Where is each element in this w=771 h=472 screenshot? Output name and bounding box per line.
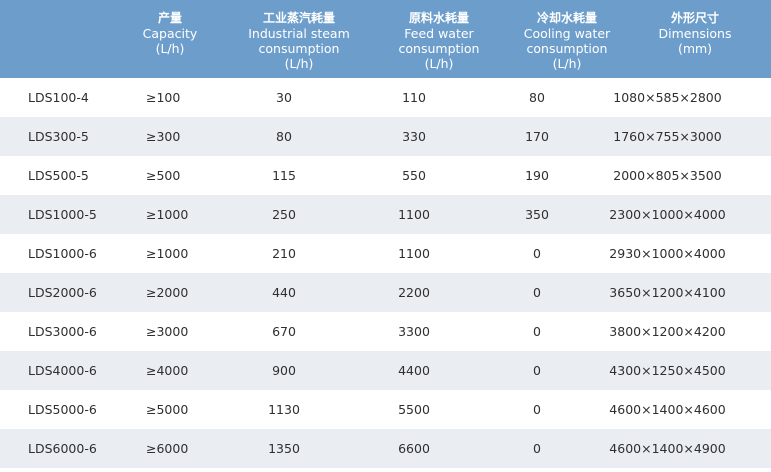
header-cooling-en1: Cooling water — [523, 26, 611, 41]
cell-dimensions: 1760×755×3000 — [613, 129, 722, 144]
header-feed-en2: consumption — [398, 41, 480, 56]
header-capacity-en: Capacity — [142, 26, 198, 41]
cell-capacity: ≥2000 — [146, 285, 189, 300]
header-feed-en1: Feed water — [404, 26, 474, 41]
header-steam-unit: (L/h) — [284, 56, 314, 71]
header-cooling-zh: 冷却水耗量 — [536, 11, 597, 25]
cell-feed: 6600 — [398, 441, 430, 456]
cell-steam: 900 — [272, 363, 296, 378]
cell-feed: 330 — [402, 129, 426, 144]
cell-dimensions: 4600×1400×4900 — [609, 441, 726, 456]
cell-steam: 115 — [272, 168, 296, 183]
header-steam: 工业蒸汽耗量 Industrial steam consumption (L/h… — [234, 11, 364, 71]
table-row: LDS500-5 ≥500 115 550 190 2000×805×3500 — [0, 156, 771, 195]
cell-model: LDS6000-6 — [28, 441, 97, 456]
cell-feed: 2200 — [398, 285, 430, 300]
cell-dimensions: 4600×1400×4600 — [609, 402, 726, 417]
cell-cooling: 350 — [525, 207, 549, 222]
header-cooling-en2: consumption — [526, 41, 608, 56]
cell-dimensions: 3800×1200×4200 — [609, 324, 726, 339]
table-row: LDS2000-6 ≥2000 440 2200 0 3650×1200×4100 — [0, 273, 771, 312]
cell-steam: 440 — [272, 285, 296, 300]
cell-steam: 80 — [276, 129, 292, 144]
table-row: LDS300-5 ≥300 80 330 170 1760×755×3000 — [0, 117, 771, 156]
cell-capacity: ≥1000 — [146, 207, 189, 222]
cell-dimensions: 2000×805×3500 — [613, 168, 722, 183]
cell-cooling: 0 — [533, 324, 541, 339]
cell-feed: 110 — [402, 90, 426, 105]
header-capacity: 产量 Capacity (L/h) — [135, 11, 205, 56]
cell-dimensions: 2300×1000×4000 — [609, 207, 726, 222]
cell-capacity: ≥500 — [146, 168, 181, 183]
cell-capacity: ≥3000 — [146, 324, 189, 339]
cell-dimensions: 1080×585×2800 — [613, 90, 722, 105]
table-row: LDS5000-6 ≥5000 1130 5500 0 4600×1400×4600 — [0, 390, 771, 429]
cell-feed: 4400 — [398, 363, 430, 378]
table-body: LDS100-4 ≥100 30 110 80 1080×585×2800 LDS300-5… — [0, 78, 771, 468]
cell-steam: 670 — [272, 324, 296, 339]
table-row: LDS1000-5 ≥1000 250 1100 350 2300×1000×4000 — [0, 195, 771, 234]
cell-feed: 3300 — [398, 324, 430, 339]
cell-capacity: ≥300 — [146, 129, 181, 144]
cell-model: LDS1000-5 — [28, 207, 97, 222]
header-dimensions-unit: (mm) — [677, 41, 713, 56]
cell-capacity: ≥5000 — [146, 402, 189, 417]
cell-steam: 250 — [272, 207, 296, 222]
header-steam-zh: 工业蒸汽耗量 — [262, 11, 335, 25]
cell-capacity: ≥4000 — [146, 363, 189, 378]
cell-model: LDS3000-6 — [28, 324, 97, 339]
cell-model: LDS5000-6 — [28, 402, 97, 417]
cell-cooling: 0 — [533, 441, 541, 456]
cell-feed: 1100 — [398, 207, 430, 222]
header-dimensions-zh: 外形尺寸 — [670, 11, 719, 25]
cell-model: LDS300-5 — [28, 129, 89, 144]
table-row: LDS3000-6 ≥3000 670 3300 0 3800×1200×4200 — [0, 312, 771, 351]
cell-cooling: 0 — [533, 246, 541, 261]
cell-cooling: 0 — [533, 363, 541, 378]
cell-model: LDS4000-6 — [28, 363, 97, 378]
header-cooling: 冷却水耗量 Cooling water consumption (L/h) — [512, 11, 622, 71]
header-cooling-unit: (L/h) — [552, 56, 582, 71]
cell-cooling: 80 — [529, 90, 545, 105]
cell-cooling: 0 — [533, 285, 541, 300]
cell-model: LDS2000-6 — [28, 285, 97, 300]
cell-cooling: 170 — [525, 129, 549, 144]
cell-cooling: 190 — [525, 168, 549, 183]
table-row: LDS6000-6 ≥6000 1350 6600 0 4600×1400×4900 — [0, 429, 771, 468]
cell-model: LDS1000-6 — [28, 246, 97, 261]
cell-cooling: 0 — [533, 402, 541, 417]
header-dimensions-en: Dimensions — [658, 26, 732, 41]
cell-feed: 550 — [402, 168, 426, 183]
header-steam-en1: Industrial steam — [248, 26, 350, 41]
cell-feed: 5500 — [398, 402, 430, 417]
table-row: LDS1000-6 ≥1000 210 1100 0 2930×1000×4000 — [0, 234, 771, 273]
table-header: 产量 Capacity (L/h) 工业蒸汽耗量 Industrial stea… — [0, 0, 771, 78]
cell-dimensions: 2930×1000×4000 — [609, 246, 726, 261]
cell-steam: 30 — [276, 90, 292, 105]
header-capacity-zh: 产量 — [157, 11, 182, 25]
cell-steam: 1130 — [268, 402, 300, 417]
header-dimensions: 外形尺寸 Dimensions (mm) — [645, 11, 745, 56]
cell-model: LDS500-5 — [28, 168, 89, 183]
table-row: LDS100-4 ≥100 30 110 80 1080×585×2800 — [0, 78, 771, 117]
cell-feed: 1100 — [398, 246, 430, 261]
header-feed-unit: (L/h) — [424, 56, 454, 71]
header-feed-zh: 原料水耗量 — [408, 11, 469, 25]
header-feed: 原料水耗量 Feed water consumption (L/h) — [384, 11, 494, 71]
header-capacity-unit: (L/h) — [155, 41, 185, 56]
cell-capacity: ≥1000 — [146, 246, 189, 261]
spec-table: 产量 Capacity (L/h) 工业蒸汽耗量 Industrial stea… — [0, 0, 771, 472]
cell-capacity: ≥6000 — [146, 441, 189, 456]
cell-dimensions: 3650×1200×4100 — [609, 285, 726, 300]
header-steam-en2: consumption — [258, 41, 340, 56]
table-row: LDS4000-6 ≥4000 900 4400 0 4300×1250×4500 — [0, 351, 771, 390]
cell-steam: 1350 — [268, 441, 300, 456]
cell-model: LDS100-4 — [28, 90, 89, 105]
cell-dimensions: 4300×1250×4500 — [609, 363, 726, 378]
cell-capacity: ≥100 — [146, 90, 181, 105]
cell-steam: 210 — [272, 246, 296, 261]
